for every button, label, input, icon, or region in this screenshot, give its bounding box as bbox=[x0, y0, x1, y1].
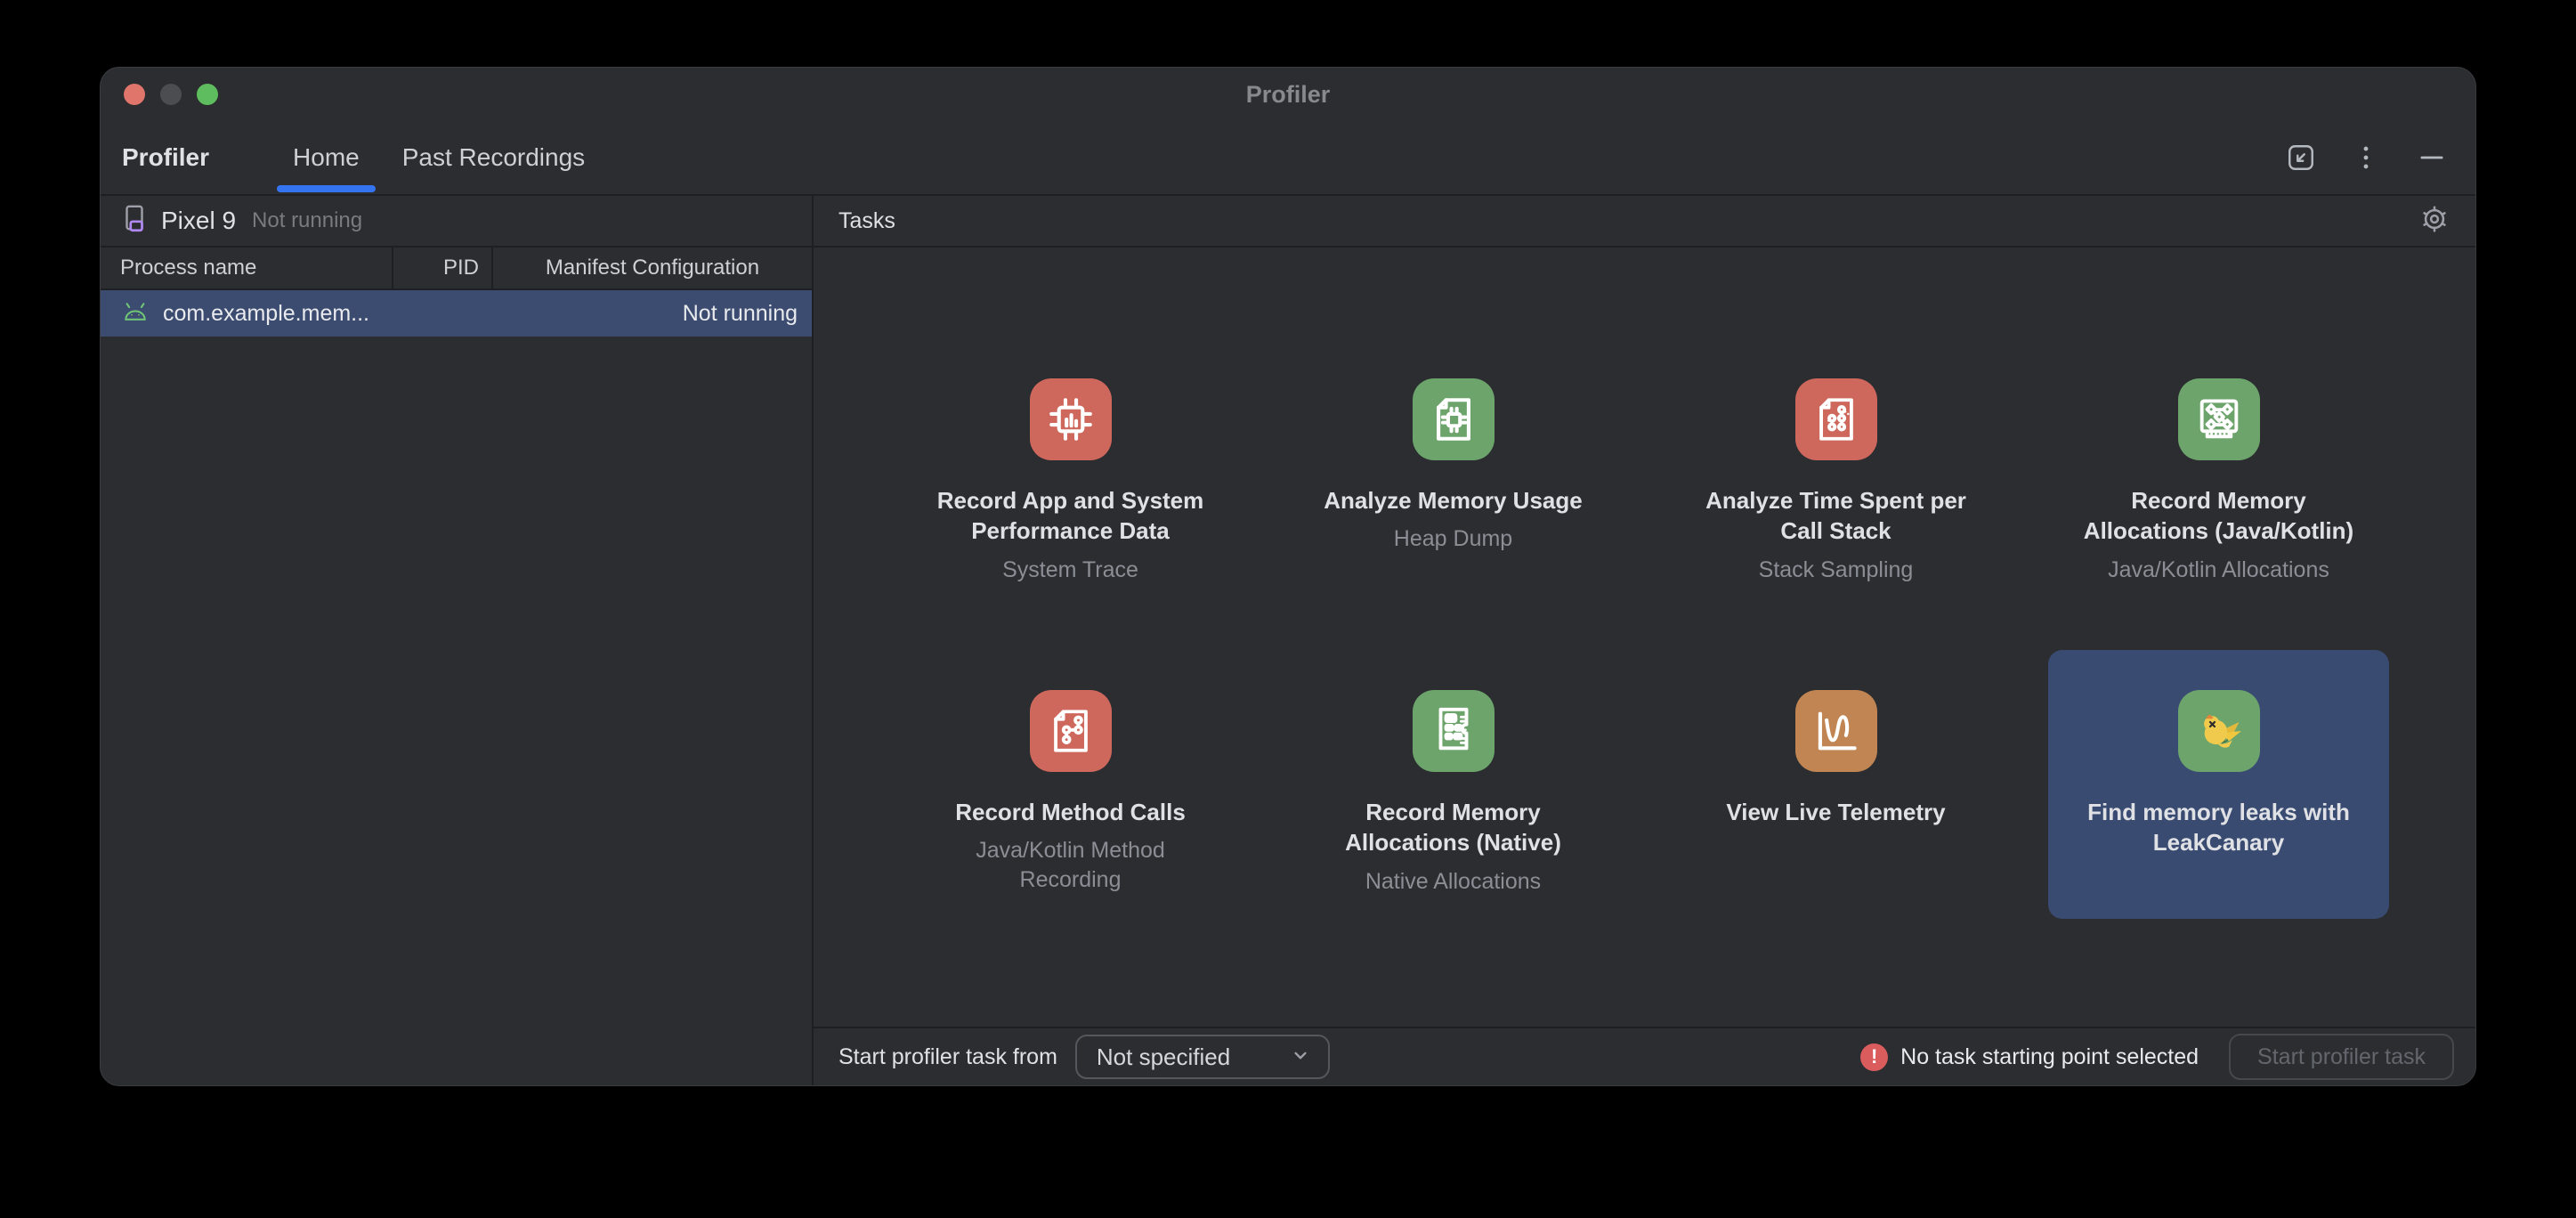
titlebar: Profiler bbox=[101, 68, 2475, 121]
tab-past-recordings[interactable]: Past Recordings bbox=[381, 121, 606, 194]
column-manifest-configuration[interactable]: Manifest Configuration bbox=[491, 248, 812, 288]
hide-panel-icon[interactable] bbox=[2415, 141, 2449, 175]
system-trace-icon bbox=[1030, 378, 1112, 460]
minimize-window-button[interactable] bbox=[160, 84, 182, 105]
tasks-title: Tasks bbox=[838, 208, 2418, 234]
start-profiler-task-button[interactable]: Start profiler task bbox=[2229, 1034, 2454, 1080]
more-options-icon[interactable] bbox=[2351, 142, 2381, 173]
device-name: Pixel 9 bbox=[161, 207, 236, 235]
dock-restore-icon[interactable] bbox=[2285, 142, 2317, 174]
process-row-selected[interactable]: com.example.mem... Not running bbox=[101, 290, 812, 337]
chevron-down-icon bbox=[1289, 1043, 1312, 1071]
task-card-subtitle: Heap Dump bbox=[1394, 524, 1512, 554]
device-row: Pixel 9 Not running bbox=[101, 196, 812, 248]
warning-message: ! No task starting point selected bbox=[1860, 1043, 2199, 1071]
task-card-method-calls[interactable]: Record Method Calls Java/Kotlin Method R… bbox=[900, 650, 1241, 919]
heap-dump-icon bbox=[1413, 378, 1495, 460]
native-allocations-icon bbox=[1413, 690, 1495, 772]
tab-past-recordings-label: Past Recordings bbox=[402, 143, 585, 172]
process-status: Not running bbox=[683, 301, 798, 327]
task-card-subtitle: System Trace bbox=[1002, 556, 1138, 585]
process-name: com.example.mem... bbox=[163, 301, 668, 327]
task-card-title: Record App and System Performance Data bbox=[928, 485, 1214, 547]
task-card-title: Analyze Time Spent per Call Stack bbox=[1693, 485, 1980, 547]
settings-gear-icon[interactable] bbox=[2418, 203, 2450, 240]
live-telemetry-icon bbox=[1795, 690, 1877, 772]
tab-home-label: Home bbox=[293, 143, 360, 172]
profiler-window: Profiler Profiler Home Past Recordings bbox=[100, 67, 2476, 1086]
method-calls-icon bbox=[1030, 690, 1112, 772]
task-footer: Start profiler task from Not specified !… bbox=[814, 1027, 2475, 1085]
close-window-button[interactable] bbox=[124, 84, 145, 105]
tab-bar: Profiler Home Past Recordings bbox=[101, 121, 2475, 196]
start-from-label: Start profiler task from bbox=[838, 1044, 1057, 1070]
task-card-stack-sampling[interactable]: Analyze Time Spent per Call Stack Stack … bbox=[1665, 338, 2006, 607]
task-grid: Record App and System Performance Data S… bbox=[900, 338, 2389, 1027]
starting-point-value: Not specified bbox=[1097, 1043, 1230, 1071]
device-phone-icon bbox=[120, 204, 149, 239]
zoom-window-button[interactable] bbox=[197, 84, 218, 105]
tab-home[interactable]: Home bbox=[271, 121, 381, 194]
app-label: Profiler bbox=[122, 143, 209, 172]
device-status: Not running bbox=[252, 208, 362, 233]
stack-sampling-icon bbox=[1795, 378, 1877, 460]
error-icon: ! bbox=[1860, 1043, 1888, 1071]
task-card-system-trace[interactable]: Record App and System Performance Data S… bbox=[900, 338, 1241, 607]
active-tab-underline bbox=[277, 185, 376, 192]
task-card-leakcanary[interactable]: Find memory leaks with LeakCanary bbox=[2048, 650, 2389, 919]
task-card-title: View Live Telemetry bbox=[1726, 797, 1945, 827]
column-pid[interactable]: PID bbox=[392, 248, 491, 288]
task-card-subtitle: Stack Sampling bbox=[1759, 556, 1914, 585]
task-card-live-telemetry[interactable]: View Live Telemetry bbox=[1665, 650, 2006, 919]
leakcanary-bird-icon bbox=[2178, 690, 2260, 772]
starting-point-dropdown[interactable]: Not specified bbox=[1075, 1035, 1330, 1079]
process-list-panel: Pixel 9 Not running Process name PID Man… bbox=[101, 196, 814, 1085]
task-card-subtitle: Java/Kotlin Allocations bbox=[2108, 556, 2329, 585]
tasks-panel: Tasks bbox=[814, 196, 2475, 1085]
traffic-lights bbox=[124, 84, 218, 105]
tasks-header: Tasks bbox=[814, 196, 2475, 248]
task-card-java-kotlin-allocations[interactable]: Record Memory Allocations (Java/Kotlin) … bbox=[2048, 338, 2389, 607]
task-card-heap-dump[interactable]: Analyze Memory Usage Heap Dump bbox=[1283, 338, 1624, 607]
android-icon bbox=[122, 300, 149, 328]
task-card-subtitle: Java/Kotlin Method Recording bbox=[928, 836, 1214, 894]
task-card-title: Record Memory Allocations (Java/Kotlin) bbox=[2076, 485, 2362, 547]
task-card-title: Record Method Calls bbox=[955, 797, 1186, 827]
window-title: Profiler bbox=[101, 81, 2475, 109]
task-card-title: Analyze Memory Usage bbox=[1324, 485, 1582, 516]
warning-text: No task starting point selected bbox=[1900, 1044, 2199, 1070]
process-table-header: Process name PID Manifest Configuration bbox=[101, 248, 812, 290]
task-card-title: Record Memory Allocations (Native) bbox=[1310, 797, 1597, 858]
java-kotlin-allocations-icon bbox=[2178, 378, 2260, 460]
task-card-subtitle: Native Allocations bbox=[1365, 867, 1541, 897]
task-card-native-allocations[interactable]: Record Memory Allocations (Native) Nativ… bbox=[1283, 650, 1624, 919]
task-card-title: Find memory leaks with LeakCanary bbox=[2076, 797, 2362, 858]
column-process-name[interactable]: Process name bbox=[101, 248, 392, 288]
